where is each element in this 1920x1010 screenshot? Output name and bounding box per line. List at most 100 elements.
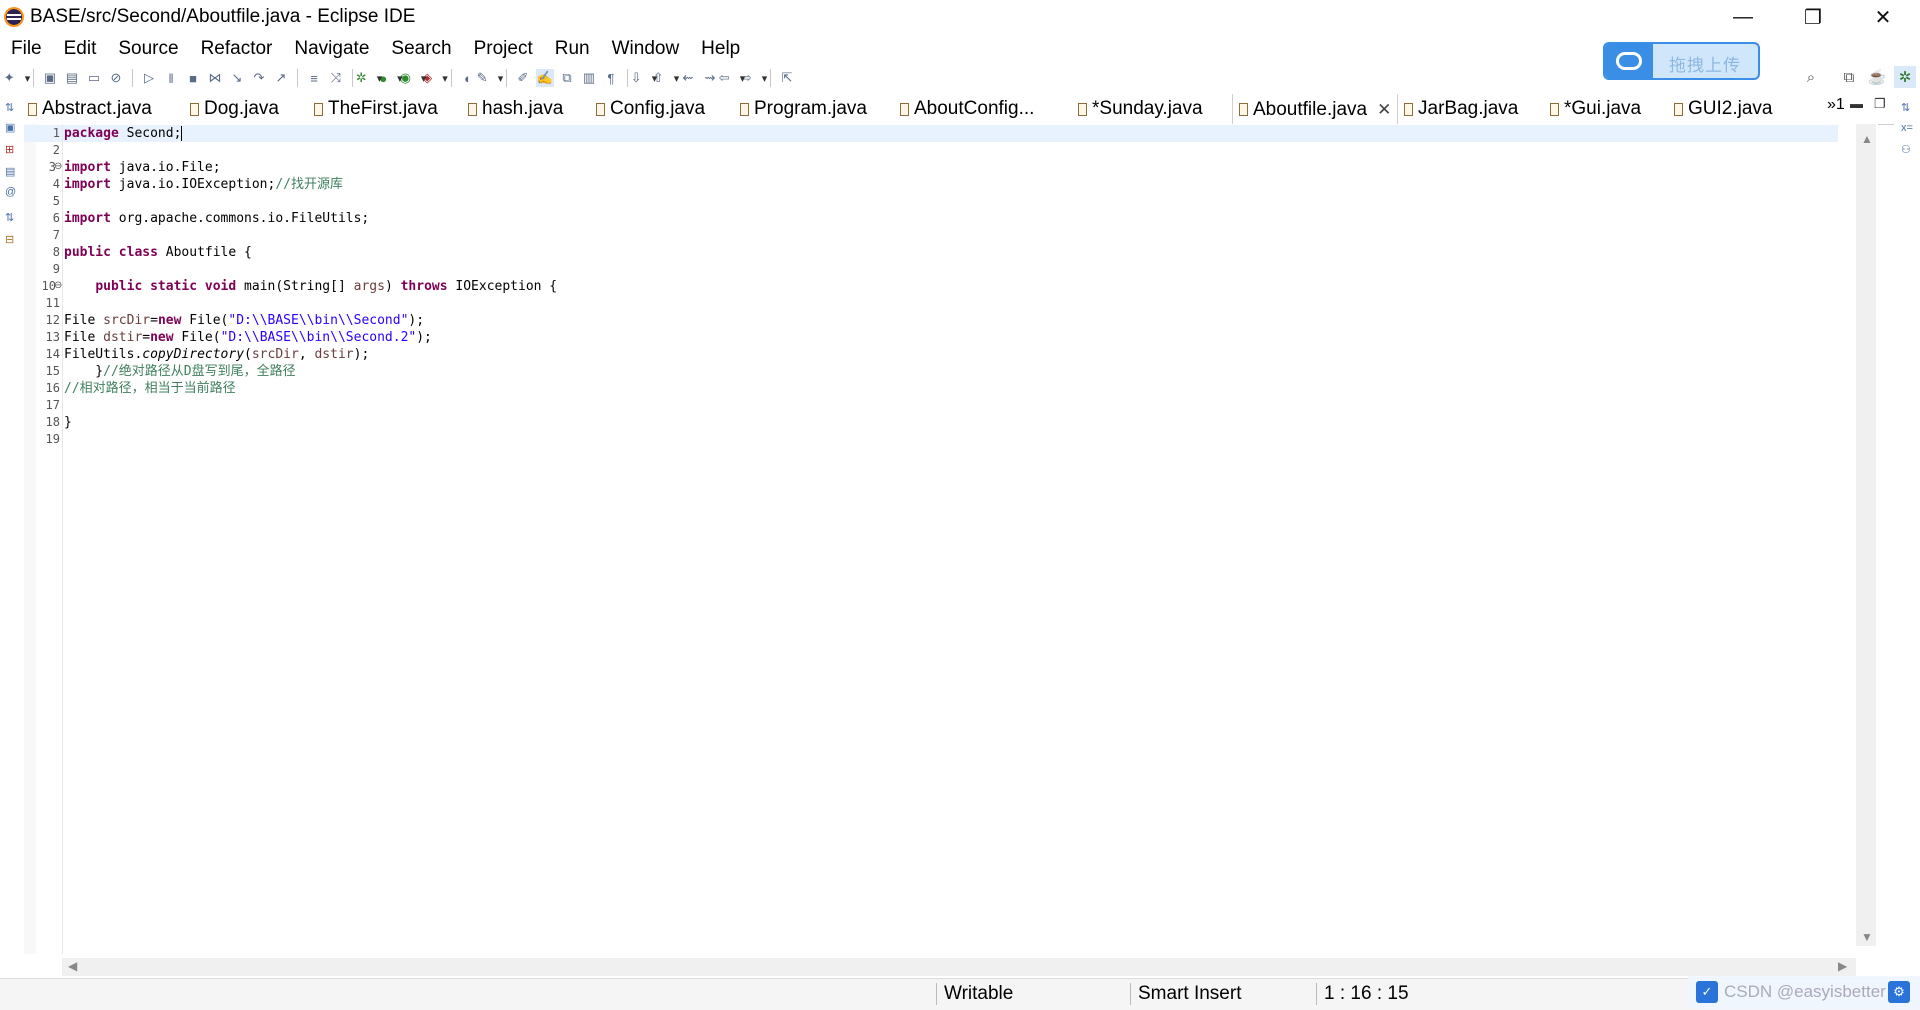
settings-icon[interactable]: ⚙ [1888,981,1910,1003]
menu-refactor[interactable]: Refactor [190,38,284,60]
step-into-icon[interactable]: ↘ [228,69,246,87]
previous-annotation-icon[interactable]: ⇧ [653,69,675,87]
forward-icon[interactable]: ⇨ [741,69,763,87]
menu-search[interactable]: Search [380,38,462,60]
highlight-icon[interactable]: ✍ [536,69,554,87]
disconnect-icon[interactable]: ⋈ [206,69,224,87]
debug-perspective-icon[interactable]: ✲ [1894,66,1916,88]
minimize-button[interactable]: — [1708,0,1778,34]
java-file-icon [1239,103,1248,116]
restore-right-view-icon[interactable]: ⇅ [1901,102,1913,114]
debug-icon[interactable]: ✲ [356,69,378,87]
javadoc-icon[interactable]: @ [5,186,17,198]
terminal-icon[interactable]: ▭ [85,69,103,87]
close-tab-icon[interactable]: ✕ [1377,100,1391,120]
task-list-icon[interactable]: ⊟ [5,234,17,246]
last-edit-location-icon[interactable]: ⇜ [679,69,697,87]
fold-collapse-icon[interactable]: ⊖ [54,161,62,172]
status-separator [1316,983,1317,1005]
resume-icon[interactable]: ▷ [140,69,158,87]
run-icon[interactable]: ● [379,69,400,87]
step-return-icon[interactable]: ↗ [272,69,290,87]
restore-button[interactable]: ❐ [1778,0,1848,34]
save-icon[interactable]: ▣ [41,69,59,87]
drop-to-frame-icon[interactable]: ≡ [305,69,323,87]
menu-source[interactable]: Source [107,38,189,60]
tab-config-java[interactable]: Config.java [596,94,705,124]
tab-abstract-java[interactable]: Abstract.java [28,94,152,124]
tab-dog-java[interactable]: Dog.java [190,94,279,124]
menu-window[interactable]: Window [601,38,691,60]
restore-view-icon-2[interactable]: ⇅ [5,212,17,224]
scroll-up-icon[interactable]: ▲ [1861,132,1873,146]
line-number: 19 [45,432,60,446]
tab-jarbag-java[interactable]: JarBag.java [1404,94,1518,124]
variables-icon[interactable]: x= [1901,122,1913,134]
new-icon[interactable]: ✦ [4,69,26,87]
watermark-text: CSDN @easyisbetter [1724,982,1886,1001]
menu-navigate[interactable]: Navigate [283,38,380,60]
checkbox-icon[interactable]: ✓ [1696,981,1718,1003]
tab-gui-java[interactable]: *Gui.java [1550,94,1641,124]
fold-collapse-icon[interactable]: ⊖ [54,280,62,291]
toggle-block-selection-icon[interactable]: ⧉ [558,69,576,87]
line-number: 14 [45,347,60,361]
tab-thefirst-java[interactable]: TheFirst.java [314,94,438,124]
back-icon[interactable]: ⇦ [719,69,741,87]
scroll-left-icon[interactable]: ◀ [68,959,77,973]
use-step-filters-icon[interactable]: ⤨ [327,69,345,87]
package-explorer-icon[interactable]: ▣ [5,122,17,134]
status-cursor-position[interactable]: 1 : 16 : 15 [1324,983,1409,1005]
tab-label: *Sunday.java [1092,98,1203,119]
external-tools-icon[interactable]: ◈ [422,69,444,87]
type-hierarchy-icon[interactable]: ⊞ [5,144,17,156]
maximize-editor-icon[interactable]: ❐ [1874,96,1886,112]
tab-gui2-java[interactable]: GUI2.java [1674,94,1772,124]
suspend-icon[interactable]: ‖ [162,69,180,87]
next-annotation-icon[interactable]: ⇩ [631,69,653,87]
scroll-right-icon[interactable]: ▶ [1838,959,1847,973]
restore-view-icon[interactable]: ⇅ [5,102,17,114]
search-tool-icon[interactable]: ✎ [477,69,499,87]
close-window-button[interactable]: ✕ [1848,0,1918,34]
toggle-mark-occurrences-icon[interactable]: ✐ [514,69,532,87]
code-editor[interactable]: 1 2 3 ⊖ 4 5 6 7 8 9 10 ⊖ 11 12 13 14 15 … [24,124,1878,954]
horizontal-scrollbar[interactable]: ◀ ▶ [62,958,1856,976]
breakpoints-icon[interactable]: ⚇ [1901,144,1913,156]
line-number-gutter: 1 2 3 ⊖ 4 5 6 7 8 9 10 ⊖ 11 12 13 14 15 … [36,124,63,954]
skip-breakpoints-icon[interactable]: ⊘ [107,69,125,87]
code-line-6: import org.apache.commons.io.FileUtils; [64,211,370,226]
save-all-icon[interactable]: ▤ [63,69,81,87]
tab-aboutfile-java[interactable]: Aboutfile.java ✕ [1232,94,1399,125]
menu-edit[interactable]: Edit [53,38,108,60]
coverage-icon[interactable]: ◉ [400,69,422,87]
code-line-14: FileUtils.copyDirectory(srcDir, dstir); [64,347,370,362]
minimize-editor-icon[interactable]: ▬ [1850,96,1863,111]
scroll-down-icon[interactable]: ▼ [1861,930,1873,944]
tab-program-java[interactable]: Program.java [740,94,867,124]
java-perspective-icon[interactable]: ☕ [1866,66,1888,88]
tab-aboutconfig-java[interactable]: AboutConfig... [900,94,1034,124]
tab-overflow-button[interactable]: »1 [1827,96,1845,114]
step-over-icon[interactable]: ↷ [250,69,268,87]
toolbar-separator [506,69,507,87]
menu-file[interactable]: File [0,38,53,60]
open-perspective-icon[interactable]: ⧉ [1838,66,1860,88]
outline-icon[interactable]: ▤ [5,166,17,178]
pin-editor-icon[interactable]: ⇱ [778,69,796,87]
menu-help[interactable]: Help [690,38,751,60]
line-number: 1 [52,126,60,140]
status-insert-mode[interactable]: Smart Insert [1138,983,1241,1005]
menu-run[interactable]: Run [544,38,601,60]
tab-hash-java[interactable]: hash.java [468,94,563,124]
show-whitespace-icon[interactable]: ¶ [602,69,620,87]
tab-sunday-java[interactable]: *Sunday.java [1078,94,1203,124]
vertical-scrollbar[interactable]: ▲ ▼ [1856,124,1876,946]
search-icon[interactable]: ⌕ [1800,66,1822,88]
terminate-icon[interactable]: ■ [184,69,202,87]
open-type-icon[interactable]: ◐ [459,69,477,87]
breadcrumb-icon[interactable]: ▥ [580,69,598,87]
java-file-icon [28,102,37,116]
back-edit-icon[interactable]: ⇝ [701,69,719,87]
menu-project[interactable]: Project [463,38,544,60]
